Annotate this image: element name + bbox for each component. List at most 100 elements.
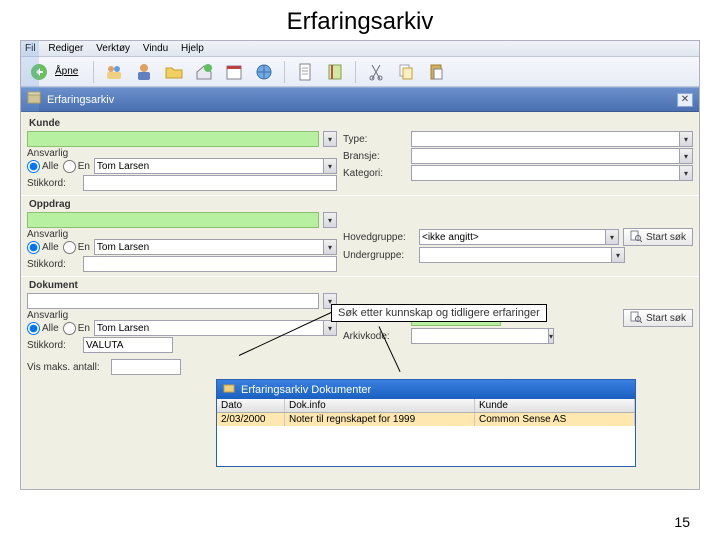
kunde-radio-en[interactable]: En <box>63 160 90 173</box>
oppdrag-hovedgruppe-label: Hovedgruppe: <box>343 232 415 243</box>
subwindow-title-bar[interactable]: Erfaringsarkiv Dokumenter <box>217 380 635 399</box>
kunde-ansvarlig-label: Ansvarlig <box>27 148 79 159</box>
kunde-input[interactable] <box>27 131 319 147</box>
kunde-heading: Kunde <box>29 118 693 129</box>
open-label: Åpne <box>55 66 78 77</box>
dokument-radio-en[interactable]: En <box>63 322 90 335</box>
toolbar-separator <box>355 61 356 83</box>
oppdrag-start-sok-button[interactable]: Start søk <box>623 228 693 246</box>
results-grid: Dato Dok.info Kunde 2/03/2000 Noter til … <box>217 399 635 466</box>
oppdrag-undergruppe-input[interactable] <box>419 247 611 263</box>
search-icon <box>630 311 642 326</box>
dokument-vismaks-input[interactable] <box>111 359 181 375</box>
menu-window[interactable]: Vindu <box>143 43 168 54</box>
dokument-person-dropdown[interactable]: ▾ <box>323 320 337 336</box>
kunde-stikkord-input[interactable] <box>83 175 337 191</box>
oppdrag-person-input[interactable] <box>94 239 323 255</box>
menu-tools[interactable]: Verktøy <box>96 43 130 54</box>
kunde-kategori-dropdown[interactable]: ▾ <box>679 165 693 181</box>
calendar-icon[interactable] <box>222 60 246 84</box>
col-kunde[interactable]: Kunde <box>475 399 635 412</box>
kunde-kategori-input[interactable] <box>411 165 679 181</box>
cell-dato: 2/03/2000 <box>217 413 285 426</box>
oppdrag-ansvarlig-label: Ansvarlig <box>27 229 79 240</box>
oppdrag-input[interactable] <box>27 212 319 228</box>
cell-dokinfo: Noter til regnskapet for 1999 <box>285 413 475 426</box>
cell-kunde: Common Sense AS <box>475 413 635 426</box>
grid-empty-area <box>217 426 635 466</box>
dokument-arkivkode-label: Arkivkode: <box>343 331 407 342</box>
page-number: 15 <box>674 514 690 530</box>
callout-box: Søk etter kunnskap og tidligere erfaring… <box>331 304 547 322</box>
dokument-stikkord-label: Stikkord: <box>27 340 79 351</box>
divider <box>21 276 699 277</box>
menu-bar: Fil Rediger Verktøy Vindu Hjelp <box>21 41 699 57</box>
book-icon[interactable] <box>323 60 347 84</box>
dokument-start-sok-button[interactable]: Start søk <box>623 309 693 327</box>
oppdrag-hovedgruppe-dropdown[interactable]: ▾ <box>605 229 619 245</box>
kunde-type-label: Type: <box>343 134 407 145</box>
oppdrag-radio-en[interactable]: En <box>63 241 90 254</box>
dokument-heading: Dokument <box>29 280 693 291</box>
application-window: Fil Rediger Verktøy Vindu Hjelp Åpne <box>20 40 700 490</box>
kunde-stikkord-label: Stikkord: <box>27 178 79 189</box>
slide-title: Erfaringsarkiv <box>0 0 720 40</box>
paste-icon[interactable] <box>424 60 448 84</box>
document-icon[interactable] <box>293 60 317 84</box>
table-row[interactable]: 2/03/2000 Noter til regnskapet for 1999 … <box>217 413 635 426</box>
panel-title: Erfaringsarkiv <box>47 94 114 106</box>
dokument-radio-alle[interactable]: Alle <box>27 322 59 335</box>
kunde-kategori-label: Kategori: <box>343 168 407 179</box>
oppdrag-undergruppe-dropdown[interactable]: ▾ <box>611 247 625 263</box>
kunde-dropdown[interactable]: ▾ <box>323 131 337 147</box>
oppdrag-hovedgruppe-input[interactable] <box>419 229 605 245</box>
users-icon[interactable] <box>102 60 126 84</box>
menu-file[interactable]: Fil <box>25 43 36 54</box>
oppdrag-stikkord-label: Stikkord: <box>27 259 79 270</box>
dokument-person-input[interactable] <box>94 320 323 336</box>
oppdrag-person-dropdown[interactable]: ▾ <box>323 239 337 255</box>
dokument-stikkord-input[interactable] <box>83 337 173 353</box>
kunde-person-dropdown[interactable]: ▾ <box>323 158 337 174</box>
kunde-type-dropdown[interactable]: ▾ <box>679 131 693 147</box>
menu-edit[interactable]: Rediger <box>48 43 83 54</box>
search-icon <box>630 230 642 245</box>
kunde-bransje-dropdown[interactable]: ▾ <box>679 148 693 164</box>
open-icon <box>27 60 51 84</box>
kunde-type-input[interactable] <box>411 131 679 147</box>
house-icon[interactable] <box>192 60 216 84</box>
oppdrag-radio-alle[interactable]: Alle <box>27 241 59 254</box>
kunde-person-input[interactable] <box>94 158 323 174</box>
results-subwindow: Erfaringsarkiv Dokumenter Dato Dok.info … <box>216 379 636 467</box>
dokument-arkivkode-dropdown[interactable]: ▾ <box>548 328 554 344</box>
menu-help[interactable]: Hjelp <box>181 43 204 54</box>
globe-icon[interactable] <box>252 60 276 84</box>
user-icon[interactable] <box>132 60 156 84</box>
col-dato[interactable]: Dato <box>217 399 285 412</box>
toolbar: Åpne <box>21 57 699 87</box>
copy-icon[interactable] <box>394 60 418 84</box>
oppdrag-dropdown[interactable]: ▾ <box>323 212 337 228</box>
subwindow-title: Erfaringsarkiv Dokumenter <box>241 384 371 396</box>
toolbar-separator <box>93 61 94 83</box>
kunde-bransje-input[interactable] <box>411 148 679 164</box>
dokument-input[interactable] <box>27 293 319 309</box>
open-button[interactable]: Åpne <box>25 58 85 86</box>
folder-icon[interactable] <box>162 60 186 84</box>
grid-header: Dato Dok.info Kunde <box>217 399 635 413</box>
kunde-bransje-label: Bransje: <box>343 151 407 162</box>
close-button[interactable]: ✕ <box>677 93 693 107</box>
oppdrag-heading: Oppdrag <box>29 199 693 210</box>
divider <box>21 195 699 196</box>
kunde-radio-alle[interactable]: Alle <box>27 160 59 173</box>
archive-icon <box>27 91 41 108</box>
cut-icon[interactable] <box>364 60 388 84</box>
col-dokinfo[interactable]: Dok.info <box>285 399 475 412</box>
oppdrag-stikkord-input[interactable] <box>83 256 337 272</box>
dokument-arkivkode-input[interactable] <box>411 328 548 344</box>
dokument-vismaks-label: Vis maks. antall: <box>27 362 107 373</box>
panel-title-bar: Erfaringsarkiv ✕ <box>21 87 699 112</box>
archive-icon <box>223 382 235 397</box>
toolbar-separator <box>284 61 285 83</box>
dokument-ansvarlig-label: Ansvarlig <box>27 310 79 321</box>
